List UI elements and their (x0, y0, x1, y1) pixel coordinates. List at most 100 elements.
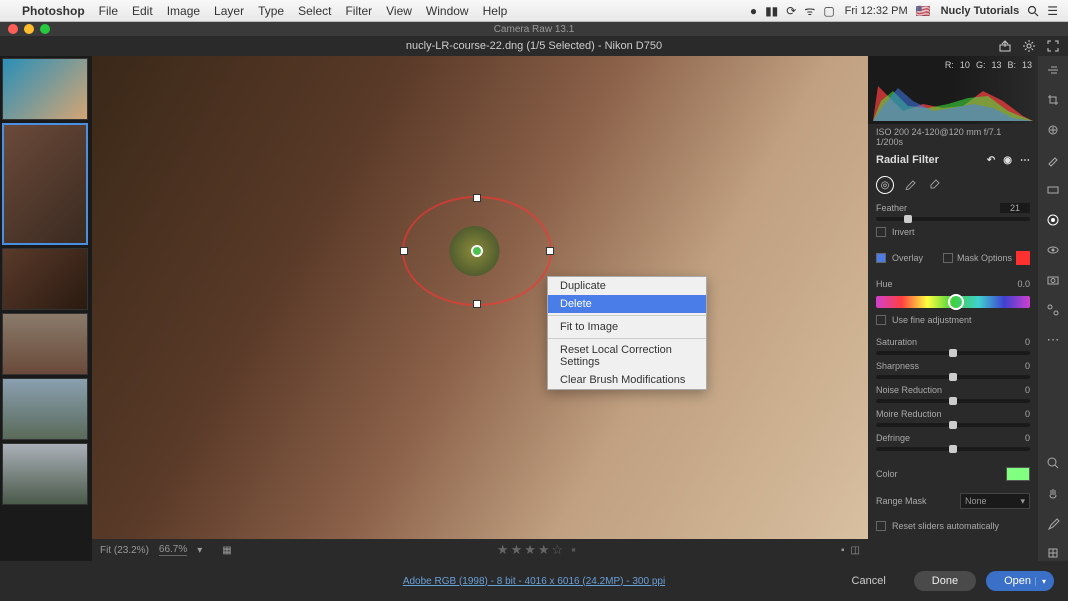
overlay-checkbox[interactable] (876, 253, 886, 263)
radial-center-pin[interactable] (471, 245, 483, 257)
noise-value[interactable]: 0 (1025, 385, 1030, 395)
menu-view[interactable]: View (386, 4, 412, 18)
ctx-delete[interactable]: Delete (548, 295, 706, 313)
brush-tool-button[interactable] (904, 176, 918, 194)
flag-icon[interactable]: 🇺🇸 (916, 4, 931, 18)
zoom-dropdown-icon[interactable]: ▾ (197, 545, 202, 556)
record-icon[interactable]: ● (750, 4, 757, 18)
mask-options-checkbox[interactable] (943, 253, 953, 263)
invert-checkbox[interactable] (876, 227, 886, 237)
sharpness-value[interactable]: 0 (1025, 361, 1030, 371)
star-1[interactable]: ★ (497, 542, 509, 558)
settings-icon[interactable] (1022, 39, 1036, 53)
noise-slider[interactable] (876, 399, 1030, 403)
radial-tool[interactable] (1045, 212, 1061, 228)
sharpness-slider[interactable] (876, 375, 1030, 379)
heal-tool[interactable] (1045, 122, 1061, 138)
open-dropdown-icon[interactable]: ▾ (1035, 577, 1046, 586)
defringe-value[interactable]: 0 (1025, 433, 1030, 443)
menu-file[interactable]: File (99, 4, 118, 18)
color-swatch[interactable] (1006, 467, 1030, 481)
star-5[interactable]: ☆ (552, 542, 564, 558)
radial-handle-right[interactable] (546, 247, 554, 255)
image-info-link[interactable]: Adobe RGB (1998) - 8 bit - 4016 x 6016 (… (403, 576, 665, 587)
star-2[interactable]: ★ (511, 542, 523, 558)
star-4[interactable]: ★ (538, 542, 550, 558)
radial-handle-top[interactable] (473, 194, 481, 202)
thumbnail-1[interactable] (2, 58, 88, 120)
ctx-reset-local[interactable]: Reset Local Correction Settings (548, 341, 706, 371)
eraser-tool-button[interactable] (928, 176, 942, 194)
menu-edit[interactable]: Edit (132, 4, 153, 18)
snapshot-tool[interactable] (1045, 272, 1061, 288)
hue-value[interactable]: 0.0 (1017, 279, 1030, 289)
done-button[interactable]: Done (914, 571, 976, 591)
star-3[interactable]: ★ (524, 542, 536, 558)
hand-tool[interactable] (1045, 485, 1061, 501)
menu-help[interactable]: Help (483, 4, 508, 18)
ctx-duplicate[interactable]: Duplicate (548, 277, 706, 295)
fullscreen-icon[interactable] (1046, 39, 1060, 53)
feather-slider[interactable] (876, 217, 1030, 221)
redeye-tool[interactable] (1045, 242, 1061, 258)
preset-tool[interactable] (1045, 302, 1061, 318)
thumbnail-4[interactable] (2, 313, 88, 375)
wifi-icon[interactable]: ᯤ (804, 2, 815, 19)
radial-filter-overlay[interactable] (402, 196, 552, 306)
cancel-button[interactable]: Cancel (834, 571, 904, 591)
menu-window[interactable]: Window (426, 4, 469, 18)
image-canvas[interactable]: Duplicate Delete Fit to Image Reset Loca… (92, 56, 868, 539)
grid-tool[interactable] (1045, 545, 1061, 561)
flag-toggle[interactable]: ▪ (571, 542, 576, 558)
moire-slider[interactable] (876, 423, 1030, 427)
spotlight-icon[interactable] (1027, 5, 1039, 17)
open-button[interactable]: Open ▾ (986, 571, 1054, 591)
radial-handle-bottom[interactable] (473, 300, 481, 308)
clock[interactable]: Fri 12:32 PM (845, 5, 908, 17)
thumbnail-2-selected[interactable] (2, 123, 88, 245)
edit-tool[interactable] (1045, 62, 1061, 78)
gradient-tool[interactable] (1045, 182, 1061, 198)
app-name[interactable]: Photoshop (22, 4, 85, 18)
more-icon[interactable]: ⋯ (1020, 155, 1030, 166)
more-tool[interactable]: ⋯ (1045, 332, 1061, 348)
menu-filter[interactable]: Filter (345, 4, 372, 18)
fit-label[interactable]: Fit (23.2%) (100, 545, 149, 556)
undo-icon[interactable]: ↶ (987, 155, 995, 166)
minimize-window-button[interactable] (24, 24, 34, 34)
single-view-icon[interactable]: ▪ (841, 545, 845, 556)
menu-icon[interactable]: ☰ (1047, 4, 1058, 18)
ctx-fit-to-image[interactable]: Fit to Image (548, 318, 706, 336)
star-rating[interactable]: ★ ★ ★ ★ ☆ ▪ (497, 542, 576, 558)
brush-tool[interactable] (1045, 152, 1061, 168)
close-window-button[interactable] (8, 24, 18, 34)
radial-tool-button[interactable]: ◎ (876, 176, 894, 194)
hue-slider[interactable] (876, 296, 1030, 308)
menu-select[interactable]: Select (298, 4, 331, 18)
zoom-label[interactable]: 66.7% (159, 544, 187, 556)
sync-icon[interactable]: ⟳ (786, 4, 796, 18)
menu-layer[interactable]: Layer (214, 4, 244, 18)
mask-color-swatch[interactable] (1016, 251, 1030, 265)
range-mask-dropdown[interactable]: None ▾ (960, 493, 1030, 509)
grid-icon[interactable]: ▦ (222, 545, 231, 556)
feather-value[interactable]: 21 (1000, 203, 1030, 213)
sampler-tool[interactable] (1045, 515, 1061, 531)
ctx-clear-brush[interactable]: Clear Brush Modifications (548, 371, 706, 389)
defringe-slider[interactable] (876, 447, 1030, 451)
battery-icon[interactable]: ▮▮ (765, 4, 778, 18)
crop-tool[interactable] (1045, 92, 1061, 108)
reset-sliders-checkbox[interactable] (876, 521, 886, 531)
export-icon[interactable] (998, 39, 1012, 53)
menu-type[interactable]: Type (258, 4, 284, 18)
radial-handle-left[interactable] (400, 247, 408, 255)
visibility-icon[interactable]: ◉ (1003, 155, 1012, 166)
saturation-slider[interactable] (876, 351, 1030, 355)
fine-adj-checkbox[interactable] (876, 315, 886, 325)
compare-view-icon[interactable]: ◫ (851, 545, 860, 556)
saturation-value[interactable]: 0 (1025, 337, 1030, 347)
menu-image[interactable]: Image (167, 4, 200, 18)
maximize-window-button[interactable] (40, 24, 50, 34)
moire-value[interactable]: 0 (1025, 409, 1030, 419)
thumbnail-3[interactable] (2, 248, 88, 310)
